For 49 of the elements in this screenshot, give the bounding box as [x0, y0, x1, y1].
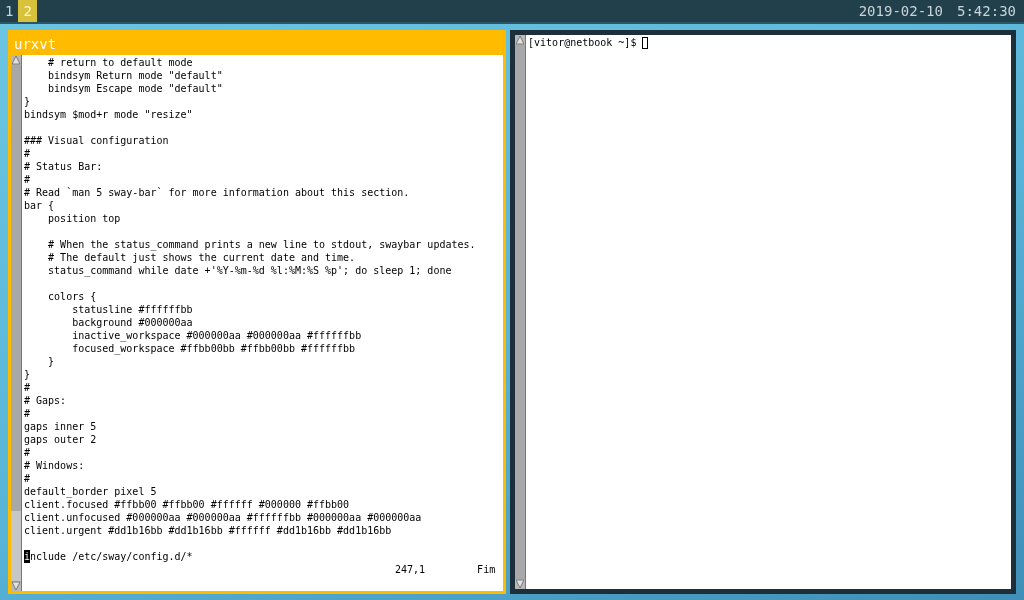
code-line: } [47, 355, 55, 368]
code-line: # return to default mode [47, 56, 193, 69]
code-line: client.urgent #dd1b16bb #dd1b16bb #ffffff #dd1b16bb #dd1b16bb [24, 524, 392, 537]
shell-prompt: [vitor@netbook ~]$ [528, 37, 637, 48]
workspace-button[interactable]: 1 [0, 0, 19, 22]
scrollbar[interactable] [11, 55, 22, 591]
code-line: ### Visual configuration [24, 134, 169, 147]
code-line: bindsym $mod+r mode "resize" [24, 108, 193, 121]
scroll-up-arrow-icon[interactable] [515, 35, 526, 45]
time-text: 5:42:30 [957, 3, 1016, 19]
code-line: # Windows: [24, 459, 85, 472]
code-line: # [24, 147, 31, 160]
code-line: # [24, 472, 31, 485]
code-line: bar { [24, 199, 55, 212]
scroll-down-arrow-icon[interactable] [515, 579, 526, 589]
scroll-up-arrow-icon[interactable] [11, 55, 21, 65]
code-line: } [24, 95, 31, 108]
code-line: inactive_workspace #000000aa #000000aa #ffffffbb [71, 329, 362, 342]
code-line: focused_workspace #ffbb00bb #ffbb00bb #ffffffbb [71, 342, 356, 355]
code-line: statusline #ffffffbb [71, 303, 193, 316]
date-text: 2019-02-10 [858, 3, 943, 19]
code-line: client.focused #ffbb00 #ffbb00 #ffffff #000000 #ffbb00 [24, 498, 350, 511]
code-line: default_border pixel 5 [24, 485, 157, 498]
scrollbar-thumb[interactable] [11, 511, 21, 581]
code-line: bindsym Escape mode "default" [47, 82, 223, 95]
code-line: # Read `man 5 sway-bar` for more information about this section. [24, 186, 410, 199]
code-line: client.unfocused #000000aa #000000aa #ffffffbb #000000aa #000000aa [24, 511, 422, 524]
code-line: gaps outer 2 [24, 433, 97, 446]
code-line: # Gaps: [24, 394, 67, 407]
code-line: gaps inner 5 [24, 420, 97, 433]
code-line: bindsym Return mode "default" [47, 69, 223, 82]
cursor-position: 247,1 [395, 563, 426, 576]
text-cursor [642, 36, 649, 49]
code-line: position top [47, 212, 121, 225]
window-title: urxvt [13, 35, 58, 54]
code-line: background #000000aa [71, 316, 193, 329]
code-line: # The default just shows the current date and time. [47, 251, 356, 264]
scroll-position: Fim [477, 563, 496, 576]
code-line: # Status Bar: [24, 160, 103, 173]
code-line: } [24, 368, 31, 381]
code-line: status_command while date +'%Y-%m-%d %l:%M:%S %p'; do sleep 1; done [47, 264, 452, 277]
code-line: # [24, 446, 31, 459]
code-line: # [24, 173, 31, 186]
code-line: # [24, 381, 31, 394]
code-line: colors { [47, 290, 97, 303]
code-line: # [24, 407, 31, 420]
scroll-down-arrow-icon[interactable] [11, 581, 21, 591]
scrollbar[interactable] [515, 35, 527, 589]
code-line: # When the status_command prints a new line to stdout, swaybar updates. [47, 238, 476, 251]
